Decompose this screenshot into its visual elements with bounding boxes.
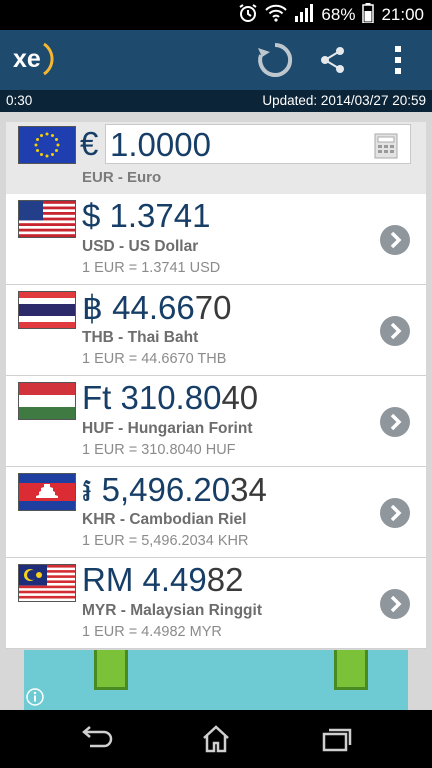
currency-row-khr[interactable]: ៛ 5,496.2034 KHR - Cambodian Riel 1 EUR …: [6, 467, 426, 558]
thailand-flag-icon: [18, 291, 76, 329]
home-icon[interactable]: [196, 724, 236, 754]
navigation-bar: [0, 710, 432, 768]
currency-name: USD - US Dollar: [82, 238, 199, 255]
exchange-rate: 1 EUR = 310.8040 HUF: [82, 442, 236, 458]
back-icon[interactable]: [76, 724, 116, 754]
share-icon[interactable]: [315, 42, 351, 78]
signal-icon: [294, 3, 314, 27]
chevron-right-icon[interactable]: [380, 407, 410, 437]
chevron-right-icon[interactable]: [380, 316, 410, 346]
exchange-rate: 1 EUR = 44.6670 THB: [82, 351, 227, 367]
updated-timestamp: Updated: 2014/03/27 20:59: [262, 93, 426, 108]
ad-pipe-graphic: [94, 650, 128, 690]
converted-value: Ft 310.8040: [82, 379, 258, 417]
amount-input[interactable]: 1.0000: [105, 124, 411, 164]
value-extra-digits: 40: [221, 379, 259, 416]
battery-icon: [362, 2, 375, 28]
info-bar: 0:30 Updated: 2014/03/27 20:59: [0, 90, 432, 112]
chevron-right-icon[interactable]: [380, 498, 410, 528]
ad-info-icon[interactable]: [26, 688, 44, 706]
logo-text: xe: [13, 45, 41, 73]
app-bar: xe: [0, 30, 432, 90]
refresh-countdown: 0:30: [6, 93, 33, 108]
cambodia-flag-icon: [18, 473, 76, 511]
currency-row-thb[interactable]: ฿ 44.6670 THB - Thai Baht 1 EUR = 44.667…: [6, 285, 426, 376]
value-main: 4.49: [142, 561, 207, 598]
recent-apps-icon[interactable]: [316, 724, 356, 754]
chevron-right-icon[interactable]: [380, 589, 410, 619]
overflow-menu-icon[interactable]: [386, 42, 410, 78]
calculator-icon[interactable]: [374, 133, 398, 159]
value-main: 5,496.20: [101, 471, 231, 508]
currency-row-myr[interactable]: RM 4.4982 MYR - Malaysian Ringgit 1 EUR …: [6, 558, 426, 649]
wifi-icon: [265, 4, 288, 27]
alarm-icon: [238, 3, 258, 28]
currency-name: HUF - Hungarian Forint: [82, 420, 253, 437]
value-extra-digits: 70: [194, 289, 232, 326]
converted-value: ฿ 44.6670: [82, 288, 231, 327]
base-currency-name: EUR - Euro: [82, 169, 162, 186]
refresh-icon[interactable]: [255, 40, 295, 80]
chevron-right-icon[interactable]: [380, 225, 410, 255]
hungary-flag-icon: [18, 382, 76, 420]
clock: 21:00: [381, 5, 424, 24]
currency-symbol: Ft: [82, 379, 112, 416]
base-currency-row: € 1.0000 EUR - Euro: [6, 122, 426, 201]
value-main: 44.66: [112, 289, 195, 326]
ad-banner[interactable]: [24, 650, 408, 710]
value-extra-digits: 82: [206, 561, 244, 598]
value-main: 310.80: [120, 379, 222, 416]
value-main: 1.3741: [109, 197, 211, 234]
status-bar: 68% 21:00: [0, 0, 432, 30]
converted-value: $ 1.3741: [82, 197, 210, 235]
us-flag-icon: [18, 200, 76, 238]
currency-name: MYR - Malaysian Ringgit: [82, 602, 262, 619]
currency-name: KHR - Cambodian Riel: [82, 511, 247, 528]
amount-value: 1.0000: [110, 126, 211, 163]
value-extra-digits: 34: [230, 471, 267, 508]
xe-logo[interactable]: xe: [10, 38, 60, 80]
currency-list: € 1.0000 EUR - Euro $ 1.3741 USD - US Do…: [0, 112, 432, 710]
currency-name: THB - Thai Baht: [82, 329, 199, 346]
currency-symbol: ฿: [82, 289, 103, 326]
exchange-rate: 1 EUR = 5,496.2034 KHR: [82, 533, 249, 549]
exchange-rate: 1 EUR = 4.4982 MYR: [82, 624, 222, 640]
currency-symbol: ៛: [82, 471, 93, 508]
currency-row-usd[interactable]: $ 1.3741 USD - US Dollar 1 EUR = 1.3741 …: [6, 194, 426, 285]
base-currency-symbol: €: [80, 125, 99, 162]
malaysia-flag-icon: [18, 564, 76, 602]
currency-row-huf[interactable]: Ft 310.8040 HUF - Hungarian Forint 1 EUR…: [6, 376, 426, 467]
battery-percent: 68%: [321, 5, 356, 24]
converted-value: RM 4.4982: [82, 561, 243, 599]
exchange-rate: 1 EUR = 1.3741 USD: [82, 260, 221, 276]
ad-pipe-graphic: [334, 650, 368, 690]
currency-symbol: $: [82, 197, 101, 234]
eu-flag-icon[interactable]: [18, 126, 76, 164]
currency-symbol: RM: [82, 561, 134, 598]
